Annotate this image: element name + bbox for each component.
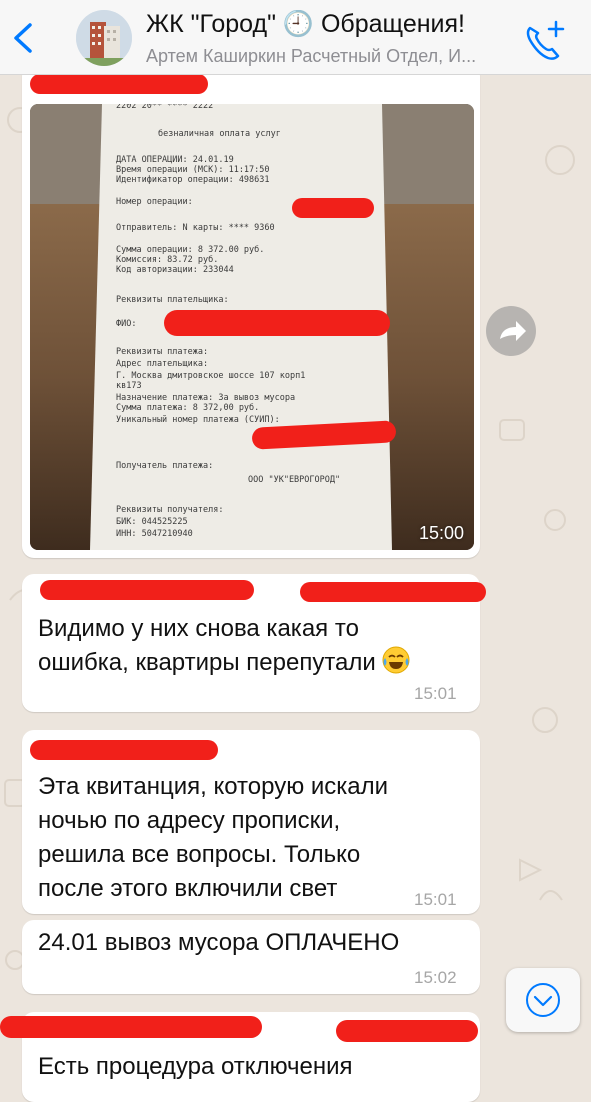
receipt-line: Сумма платежа: 8 372,00 руб.	[116, 402, 259, 413]
message-line: ошибка, квартиры перепутали	[38, 646, 410, 680]
message-line: Видимо у них снова какая то	[38, 615, 359, 642]
receipt-line: 2202 20** **** 2222	[116, 104, 213, 111]
chevron-left-icon[interactable]	[10, 22, 36, 54]
receipt-image: 2202 20** **** 2222 безналичная оплата ус…	[30, 104, 474, 550]
message-timestamp: 15:01	[414, 890, 457, 909]
forward-button[interactable]	[486, 306, 536, 356]
message-text: Эта квитанция, которую искали ночью по а…	[38, 770, 388, 906]
receipt-line: Код авторизации: 233044	[116, 265, 234, 275]
receipt-line: ФИО:	[116, 319, 136, 329]
redacted-sender-name	[30, 740, 218, 760]
receipt-line: ДАТА ОПЕРАЦИИ: 24.01.19	[116, 155, 234, 165]
receipt-line: Реквизиты платежа:	[116, 347, 208, 357]
scroll-to-bottom-button[interactable]	[506, 968, 580, 1032]
receipt-line: ИНН: 5047210940	[116, 529, 193, 539]
receipt-line: Номер операции:	[116, 197, 193, 207]
message-timestamp: 15:01	[414, 684, 457, 703]
receipt-line: Уникальный номер платежа (СУИП):	[116, 415, 280, 425]
message-text: Есть процедура отключения	[38, 1050, 353, 1084]
message-text: 24.01 вывоз мусора ОПЛАЧЕНО	[38, 926, 399, 960]
receipt-line: Г. Москва дмитровское шоссе 107 корп1	[116, 371, 305, 381]
message-line: после этого включили свет	[38, 875, 338, 902]
receipt-line: Отправитель: N карты: **** 9360	[116, 223, 275, 233]
add-call-icon[interactable]	[522, 20, 566, 60]
receipt-line: ООО "УК"ЕВРОГОРОД"	[248, 475, 340, 485]
chat-title[interactable]: ЖК "Город" 🕘 Обращения!	[146, 10, 526, 39]
photo-timestamp: 15:00	[418, 523, 464, 543]
message-text: Видимо у них снова какая то ошибка, квар…	[38, 612, 410, 680]
receipt-line: Сумма операции: 8 372.00 руб.	[116, 244, 264, 255]
message-line: решила все вопросы. Только	[38, 841, 361, 868]
redacted-sender-name	[40, 580, 254, 600]
receipt-line: Реквизиты плательщика:	[116, 295, 229, 305]
chat-header: ЖК "Город" 🕘 Обращения! Артем Каширкин Р…	[0, 0, 591, 75]
message-line: 24.01 вывоз мусора ОПЛАЧЕНО	[38, 929, 400, 956]
receipt-line: Идентификатор операции: 498631	[116, 175, 270, 185]
receipt-line: Реквизиты получателя:	[116, 505, 223, 515]
message-line-text: ошибка, квартиры перепутали	[38, 649, 376, 676]
message-line: Есть процедура отключения	[38, 1053, 353, 1080]
redacted-sender-phone	[300, 582, 486, 602]
group-avatar[interactable]	[76, 10, 132, 66]
receipt-line: кв173	[116, 381, 142, 391]
receipt-line: безналичная оплата услуг	[158, 128, 281, 139]
receipt-line: Комиссия: 83.72 руб.	[116, 254, 218, 265]
receipt-line: Время операции (МСК): 11:17:50	[116, 165, 270, 175]
receipt-line: БИК: 044525225	[116, 517, 188, 527]
receipt-line: Назначение платежа: За вывоз мусора	[116, 393, 295, 403]
message-line: Эта квитанция, которую искали	[38, 773, 389, 800]
receipt-line: Получатель платежа:	[116, 461, 213, 471]
face-with-tears-of-joy-icon	[382, 646, 410, 674]
receipt-line: Адрес плательщика:	[116, 359, 208, 369]
redacted-sender-name	[0, 1016, 262, 1038]
receipt-photo[interactable]: 2202 20** **** 2222 безналичная оплата ус…	[30, 104, 474, 550]
forward-arrow-icon	[500, 321, 526, 341]
redacted-sender-phone	[336, 1020, 478, 1042]
chat-participants[interactable]: Артем Каширкин Расчетный Отдел, И...	[146, 46, 516, 67]
message-line: ночью по адресу прописки,	[38, 807, 341, 834]
message-timestamp: 15:02	[414, 968, 457, 987]
chevron-down-circle-icon	[526, 983, 560, 1017]
redacted-sender-name	[30, 74, 208, 94]
